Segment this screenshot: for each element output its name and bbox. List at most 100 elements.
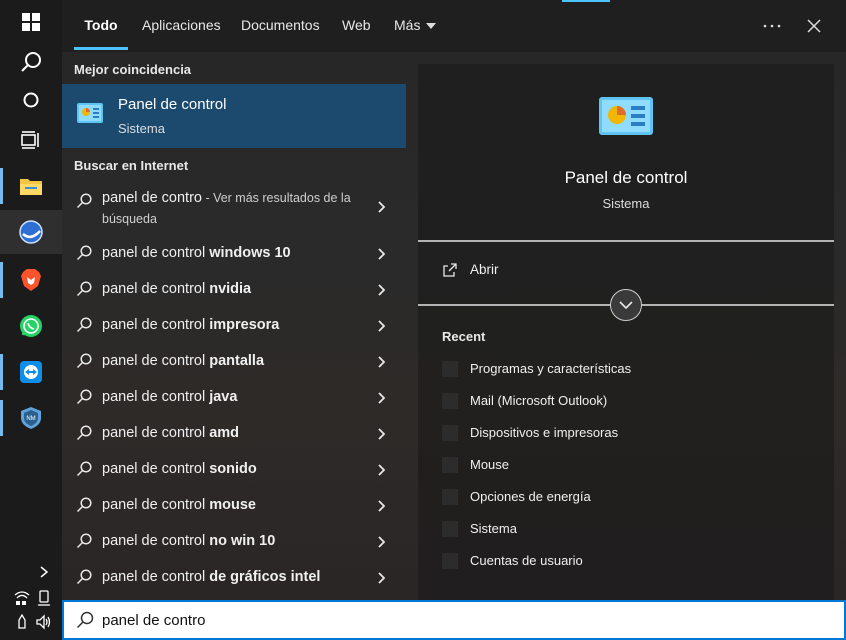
taskbar-whatsapp[interactable]	[0, 304, 62, 348]
device-icon	[38, 590, 50, 606]
recent-item-icon	[442, 361, 458, 377]
search-icon	[76, 569, 92, 585]
expand-button[interactable]	[610, 289, 642, 321]
open-action[interactable]: Abrir	[418, 250, 834, 290]
preview-pane: Panel de control Sistema Abrir Recent Pr…	[418, 64, 834, 600]
folder-icon	[20, 179, 42, 195]
tab-todo[interactable]: Todo	[74, 0, 128, 52]
search-icon	[21, 52, 41, 72]
best-match-title: Panel de control	[118, 96, 227, 113]
suggestion-prefix: panel de control	[102, 389, 210, 405]
open-label: Abrir	[470, 262, 499, 277]
web-suggestion[interactable]: panel de control de gráficos intel	[62, 560, 406, 596]
search-icon	[76, 461, 92, 477]
search-icon	[76, 425, 92, 441]
tab-documentos[interactable]: Documentos	[241, 0, 320, 52]
web-suggestion[interactable]: panel de control pantalla	[62, 344, 406, 380]
web-suggestion[interactable]: panel de control impresora	[62, 308, 406, 344]
recent-item-icon	[442, 425, 458, 441]
recent-item[interactable]: Mail (Microsoft Outlook)	[442, 390, 822, 414]
recent-item[interactable]: Programas y características	[442, 358, 822, 382]
tab-mas[interactable]: Más	[394, 0, 437, 52]
close-button[interactable]	[800, 14, 828, 38]
web-result-text: panel de contro - Ver más resultados de …	[102, 188, 362, 230]
search-panel: Todo Aplicaciones Documentos Web Más Mej…	[62, 0, 846, 600]
taskbar-file-explorer[interactable]	[0, 164, 62, 208]
filter-tabs: Todo Aplicaciones Documentos Web Más	[62, 0, 846, 52]
best-match-subtitle: Sistema	[118, 121, 165, 136]
caret-down-icon	[426, 23, 437, 30]
web-suggestion[interactable]: panel de control java	[62, 380, 406, 416]
chevron-right-icon	[378, 320, 386, 332]
recent-item-label: Cuentas de usuario	[470, 553, 583, 568]
search-icon	[76, 389, 92, 405]
suggestion-term: pantalla	[209, 353, 265, 369]
web-result-first[interactable]: panel de contro - Ver más resultados de …	[62, 184, 406, 232]
recent-item-label: Opciones de energía	[470, 489, 591, 504]
chevron-down-icon	[619, 301, 633, 309]
chevron-right-icon	[378, 428, 386, 440]
chevron-right-icon	[40, 566, 49, 578]
volume-tray-button[interactable]	[34, 612, 54, 632]
chevron-right-icon	[378, 536, 386, 548]
recent-item[interactable]: Cuentas de usuario	[442, 550, 822, 574]
suggestion-text: panel de control mouse	[102, 497, 256, 513]
taskbar: NM	[0, 0, 62, 640]
tab-aplicaciones[interactable]: Aplicaciones	[142, 0, 221, 52]
search-icon	[76, 611, 94, 629]
control-panel-icon	[77, 103, 103, 123]
best-match-heading: Mejor coincidencia	[74, 62, 192, 77]
web-suggestion[interactable]: panel de control mouse	[62, 488, 406, 524]
web-suggestion[interactable]: panel de control amd	[62, 416, 406, 452]
show-hidden-icons-button[interactable]	[34, 562, 54, 582]
cortana-button[interactable]	[0, 78, 62, 122]
recent-item[interactable]: Opciones de energía	[442, 486, 822, 510]
search-box[interactable]	[62, 600, 846, 640]
task-view-button[interactable]	[0, 118, 62, 162]
suggestion-text: panel de control amd	[102, 425, 239, 441]
best-match-item[interactable]: Panel de control Sistema	[62, 84, 406, 148]
tab-web[interactable]: Web	[342, 0, 371, 52]
options-button[interactable]	[758, 14, 786, 38]
web-result-query: panel de contro	[102, 190, 202, 206]
recent-item[interactable]: Mouse	[442, 454, 822, 478]
control-panel-large-icon	[599, 97, 653, 135]
divider	[418, 240, 834, 242]
suggestion-text: panel de control java	[102, 389, 237, 405]
taskbar-shield-app[interactable]: NM	[0, 396, 62, 440]
suggestion-term: amd	[209, 425, 240, 441]
taskbar-brave[interactable]	[0, 258, 62, 302]
cortana-icon	[23, 92, 39, 108]
taskbar-teamviewer[interactable]	[0, 350, 62, 394]
chevron-right-icon	[378, 201, 386, 213]
top-accent-line	[562, 0, 610, 2]
internet-heading: Buscar en Internet	[74, 158, 189, 173]
web-suggestion[interactable]: panel de control nvidia	[62, 272, 406, 308]
suggestion-text: panel de control impresora	[102, 317, 279, 333]
web-suggestion[interactable]: panel de control no win 10	[62, 524, 406, 560]
suggestion-term: windows 10	[209, 245, 291, 261]
suggestion-text: panel de control de gráficos intel	[102, 569, 320, 585]
device-tray-button[interactable]	[34, 588, 54, 608]
suggestion-prefix: panel de control	[102, 461, 210, 477]
search-icon	[76, 497, 92, 513]
start-button[interactable]	[0, 0, 62, 44]
web-suggestion[interactable]: panel de control sonido	[62, 452, 406, 488]
suggestion-term: mouse	[209, 497, 256, 513]
recent-item[interactable]: Sistema	[442, 518, 822, 542]
search-icon	[76, 353, 92, 369]
chevron-right-icon	[378, 500, 386, 512]
web-suggestion[interactable]: panel de control windows 10	[62, 236, 406, 272]
brave-lion-icon	[21, 269, 41, 291]
recent-heading: Recent	[442, 329, 486, 344]
speaker-icon	[36, 614, 51, 630]
search-input[interactable]	[102, 608, 702, 632]
recent-item-label: Dispositivos e impresoras	[470, 425, 619, 440]
recent-item-icon	[442, 521, 458, 537]
tab-mas-label: Más	[394, 17, 421, 33]
recent-item[interactable]: Dispositivos e impresoras	[442, 422, 822, 446]
taskbar-web-app[interactable]	[0, 210, 62, 254]
pen-tray-button[interactable]	[12, 612, 32, 632]
network-tray-button[interactable]	[12, 588, 32, 608]
search-icon	[76, 317, 92, 333]
